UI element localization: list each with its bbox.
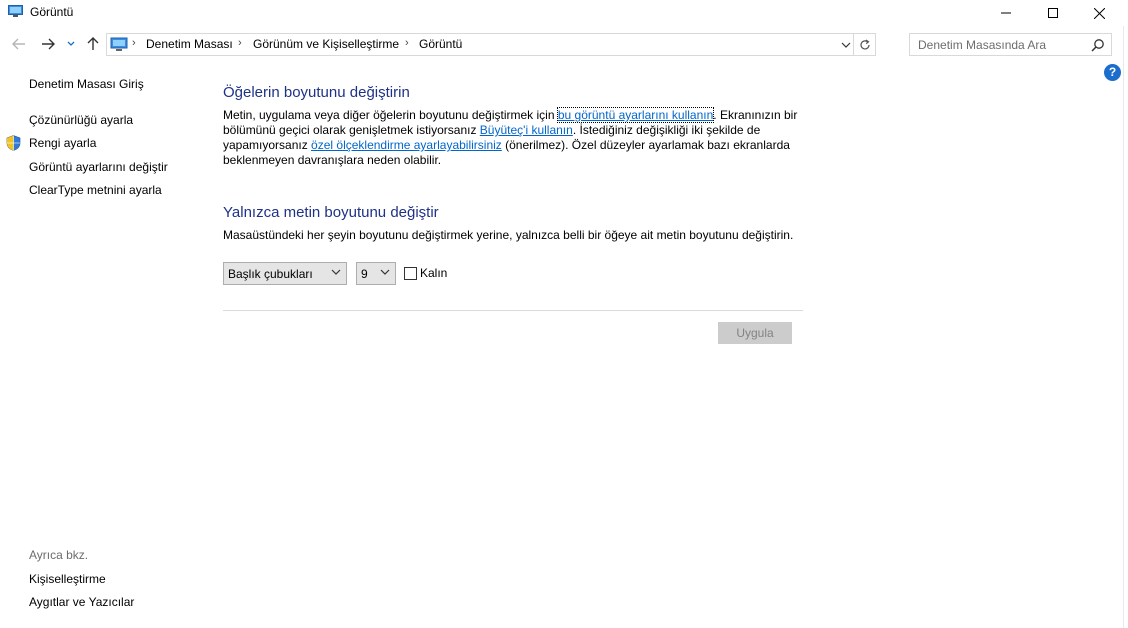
bold-checkbox[interactable] [404, 267, 417, 280]
title-bar: Görüntü [0, 0, 1128, 26]
breadcrumb-separator: › [405, 37, 409, 49]
navigation-bar: › Denetim Masası › Görünüm ve Kişiselleş… [0, 30, 1128, 58]
size-select-value: 9 [361, 267, 368, 281]
apply-button[interactable]: Uygula [718, 322, 792, 344]
forward-arrow-icon [42, 38, 55, 50]
see-also-devices-printers[interactable]: Aygıtlar ve Yazıcılar [29, 595, 134, 609]
minimize-icon [1001, 12, 1011, 14]
maximize-button[interactable] [1030, 0, 1076, 26]
magnifier-link[interactable]: Büyüteç'i kullanın [480, 123, 573, 137]
chevron-down-icon [380, 269, 390, 275]
breadcrumb-display[interactable]: Görüntü [419, 37, 462, 51]
up-arrow-icon [87, 37, 99, 50]
section-title-text-size: Yalnızca metin boyutunu değiştir [223, 204, 439, 221]
text-size-description: Masaüstündeki her şeyin boyutunu değişti… [223, 228, 794, 242]
sidebar-item-display-settings[interactable]: Görüntü ayarlarını değiştir [29, 160, 168, 174]
close-icon [1093, 7, 1105, 19]
forward-button[interactable] [39, 34, 57, 54]
sidebar-item-cleartype[interactable]: ClearType metnini ayarla [29, 183, 162, 197]
breadcrumb-separator: › [132, 37, 136, 49]
description-text: Metin, uygulama veya diğer öğelerin boyu… [223, 108, 558, 122]
refresh-icon [859, 39, 870, 49]
sidebar-item-home[interactable]: Denetim Masası Giriş [29, 77, 144, 91]
see-also-personalization[interactable]: Kişiselleştirme [29, 572, 106, 586]
control-panel-icon [110, 37, 128, 51]
search-placeholder: Denetim Masasında Ara [918, 38, 1047, 52]
shield-icon [6, 135, 21, 151]
search-input[interactable]: Denetim Masasında Ara [909, 33, 1112, 56]
bold-checkbox-label[interactable]: Kalın [420, 266, 447, 280]
breadcrumb-control-panel[interactable]: Denetim Masası [146, 37, 233, 51]
custom-scaling-link[interactable]: özel ölçeklendirme ayarlayabilirsiniz [311, 138, 502, 152]
minimize-button[interactable] [983, 0, 1029, 26]
search-icon[interactable] [1091, 38, 1105, 52]
window-edge [1123, 26, 1125, 628]
monitor-icon [8, 5, 23, 17]
maximize-icon [1048, 8, 1058, 18]
close-button[interactable] [1076, 0, 1122, 26]
breadcrumb-appearance[interactable]: Görünüm ve Kişiselleştirme [253, 37, 399, 51]
divider [223, 310, 803, 311]
item-select[interactable]: Başlık çubukları [223, 262, 347, 285]
address-bar[interactable]: › Denetim Masası › Görünüm ve Kişiselleş… [106, 33, 876, 56]
window-title: Görüntü [30, 5, 74, 19]
up-button[interactable] [84, 34, 102, 54]
address-history-button[interactable] [839, 37, 853, 53]
chevron-down-icon [331, 269, 341, 275]
display-settings-link[interactable]: bu görüntü ayarlarını kullanın [556, 107, 715, 123]
sidebar-item-resolution[interactable]: Çözünürlüğü ayarla [29, 113, 133, 127]
section-title-change-size: Öğelerin boyutunu değiştirin [223, 84, 410, 101]
chevron-down-icon [841, 42, 851, 48]
back-arrow-icon [12, 38, 25, 50]
sidebar-item-color[interactable]: Rengi ayarla [29, 136, 96, 150]
see-also-label: Ayrıca bkz. [29, 548, 89, 562]
size-select[interactable]: 9 [356, 262, 396, 285]
recent-locations-button[interactable] [64, 34, 78, 54]
item-select-value: Başlık çubukları [228, 267, 313, 281]
breadcrumb-separator: › [238, 37, 242, 49]
back-button[interactable] [10, 34, 28, 54]
refresh-button[interactable] [853, 34, 875, 55]
section-description: Metin, uygulama veya diğer öğelerin boyu… [223, 107, 803, 168]
help-icon[interactable]: ? [1104, 64, 1121, 81]
recent-dropdown-icon [67, 41, 75, 46]
